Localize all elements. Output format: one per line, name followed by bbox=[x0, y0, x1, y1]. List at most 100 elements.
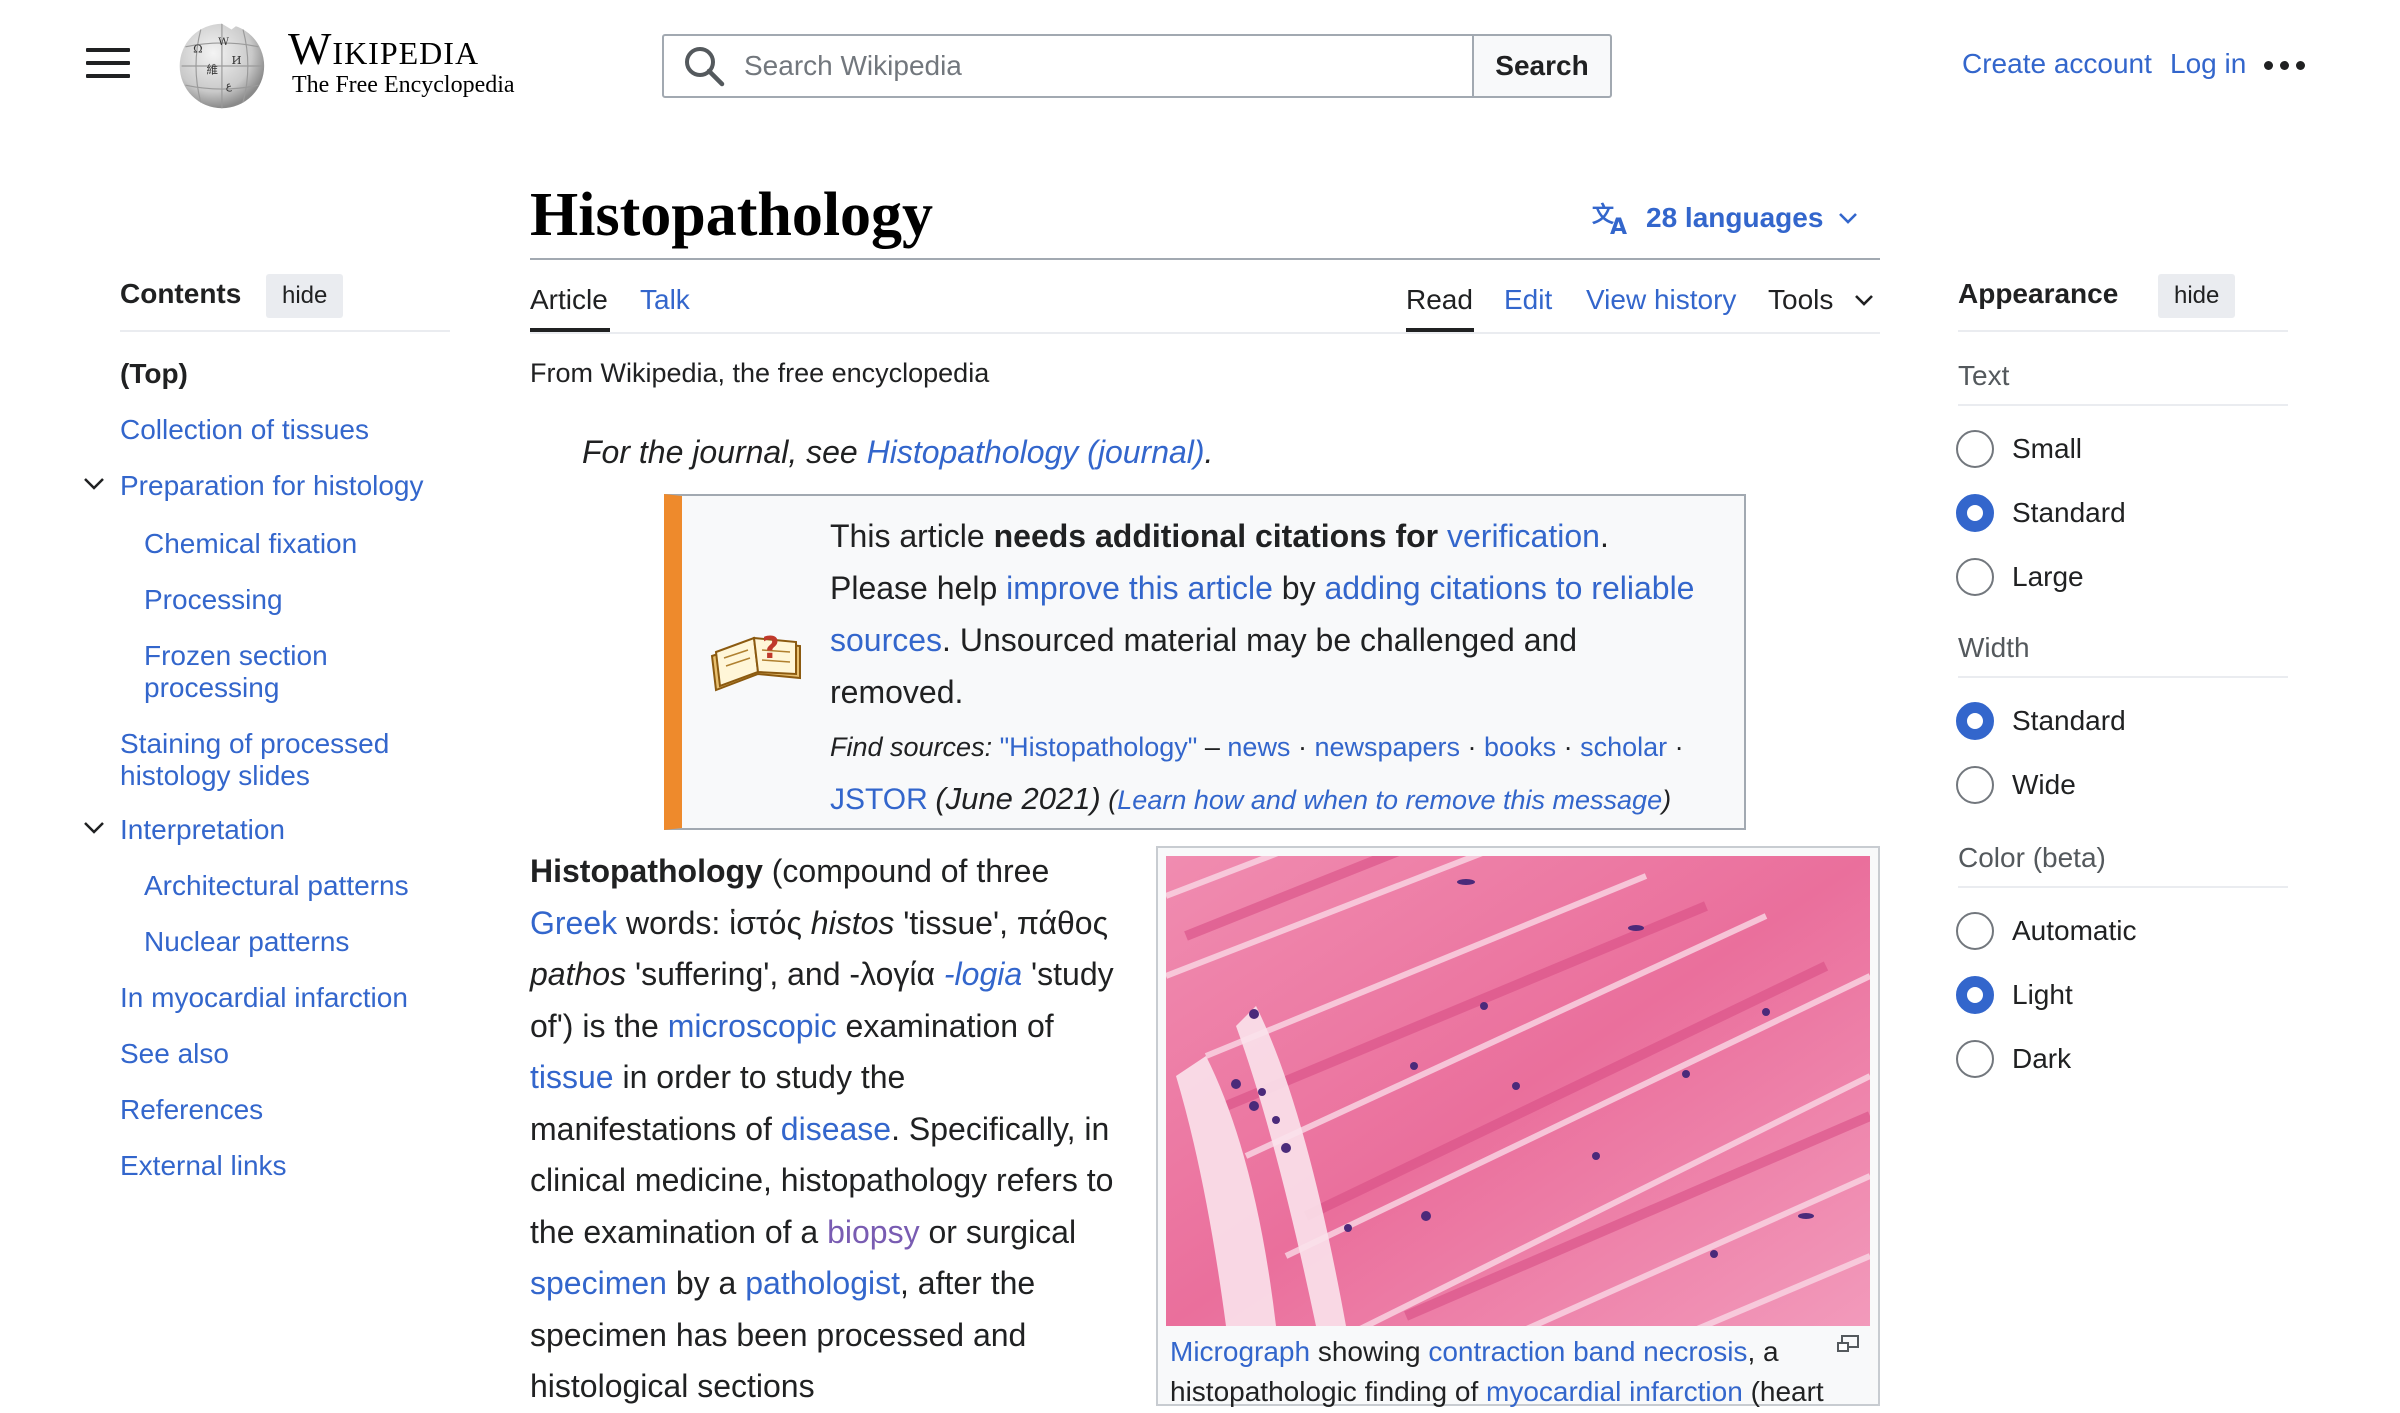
tab-view-history[interactable]: View history bbox=[1586, 284, 1736, 316]
text-size-small-radio[interactable]: Small bbox=[1956, 430, 2082, 468]
hatnote: For the journal, see Histopathology (jou… bbox=[582, 434, 1214, 470]
biopsy-link[interactable]: biopsy bbox=[827, 1214, 920, 1250]
page-title: Histopathology bbox=[530, 181, 934, 249]
search-box[interactable] bbox=[662, 34, 1474, 98]
chevron-down-icon[interactable] bbox=[82, 472, 106, 496]
pathologist-link[interactable]: pathologist bbox=[745, 1265, 900, 1301]
toc-hide-button[interactable]: hide bbox=[266, 274, 344, 318]
toc-item-frozen-section[interactable]: Frozen section processing bbox=[144, 640, 364, 704]
toc-item-external-links[interactable]: External links bbox=[120, 1150, 450, 1182]
disease-link[interactable]: disease bbox=[781, 1111, 891, 1147]
toc-item-preparation[interactable]: Preparation for histology bbox=[120, 470, 450, 502]
logia-link[interactable]: -logia bbox=[944, 956, 1022, 992]
appearance-divider bbox=[1958, 330, 2288, 332]
verification-link[interactable]: verification bbox=[1447, 518, 1600, 554]
toc-item-top[interactable]: (Top) bbox=[120, 358, 450, 390]
more-options-icon[interactable] bbox=[2264, 50, 2312, 80]
toc-item-references[interactable]: References bbox=[120, 1094, 450, 1126]
radio-button-selected[interactable] bbox=[1956, 976, 1994, 1014]
text-size-standard-radio[interactable]: Standard bbox=[1956, 494, 2126, 532]
width-divider bbox=[1958, 676, 2288, 678]
toc-item-myocardial[interactable]: In myocardial infarction bbox=[120, 982, 450, 1014]
languages-button[interactable]: 文 A 28 languages bbox=[1592, 200, 1859, 236]
radio-button-selected[interactable] bbox=[1956, 702, 1994, 740]
tools-menu[interactable]: Tools bbox=[1768, 284, 1875, 316]
toc-item-staining[interactable]: Staining of processed histology slides bbox=[120, 728, 420, 792]
question-book-icon: ? bbox=[710, 631, 801, 692]
search-input[interactable] bbox=[742, 49, 1422, 83]
specimen-link[interactable]: specimen bbox=[530, 1265, 667, 1301]
text-size-large-radio[interactable]: Large bbox=[1956, 558, 2084, 596]
search-button[interactable]: Search bbox=[1472, 34, 1612, 98]
tab-read[interactable]: Read bbox=[1406, 284, 1473, 316]
svg-text:?: ? bbox=[762, 631, 779, 666]
hatnote-text: For the journal, see bbox=[582, 434, 858, 470]
svg-text:Ω: Ω bbox=[193, 42, 203, 56]
toc-item-nuclear[interactable]: Nuclear patterns bbox=[144, 926, 474, 958]
find-sources-books-link[interactable]: books bbox=[1484, 732, 1556, 762]
radio-button[interactable] bbox=[1956, 766, 1994, 804]
text-size-divider bbox=[1958, 404, 2288, 406]
translate-icon: 文 A bbox=[1592, 202, 1627, 236]
find-sources-jstor-link[interactable]: JSTOR bbox=[830, 783, 928, 816]
improve-article-link[interactable]: improve this article bbox=[1006, 570, 1273, 606]
chevron-down-icon bbox=[1839, 213, 1858, 224]
micrograph-link[interactable]: Micrograph bbox=[1170, 1336, 1310, 1367]
figure-caption: Micrograph showing contraction band necr… bbox=[1170, 1336, 1824, 1407]
languages-label: 28 languages bbox=[1646, 202, 1824, 233]
tabs-divider bbox=[530, 332, 1880, 334]
tab-talk[interactable]: Talk bbox=[640, 284, 690, 316]
find-sources-scholar-link[interactable]: scholar bbox=[1580, 732, 1667, 762]
citation-notice-text: This article needs additional citations … bbox=[830, 518, 1695, 710]
toc-item-collection[interactable]: Collection of tissues bbox=[120, 414, 450, 446]
toc-item-interpretation[interactable]: Interpretation bbox=[120, 814, 450, 846]
myocardial-infarction-link[interactable]: myocardial infarction bbox=[1486, 1376, 1743, 1407]
chevron-down-icon bbox=[1855, 295, 1874, 306]
color-divider bbox=[1958, 886, 2288, 888]
width-standard-radio[interactable]: Standard bbox=[1956, 702, 2126, 740]
radio-button[interactable] bbox=[1956, 912, 1994, 950]
site-subtitle: From Wikipedia, the free encyclopedia bbox=[530, 358, 990, 388]
microscopic-link[interactable]: microscopic bbox=[668, 1008, 837, 1044]
toc-title: Contents bbox=[120, 278, 242, 309]
search-icon bbox=[685, 47, 725, 87]
chevron-down-icon[interactable] bbox=[82, 816, 106, 840]
svg-text:W: W bbox=[218, 36, 229, 48]
contraction-band-necrosis-link[interactable]: contraction band necrosis bbox=[1428, 1336, 1747, 1367]
log-in-link[interactable]: Log in bbox=[2170, 48, 2246, 80]
toc-item-processing[interactable]: Processing bbox=[144, 584, 474, 616]
toc-item-chemical-fixation[interactable]: Chemical fixation bbox=[144, 528, 474, 560]
tissue-link[interactable]: tissue bbox=[530, 1059, 614, 1095]
find-sources-newspapers-link[interactable]: newspapers bbox=[1314, 732, 1460, 762]
toc-item-architectural[interactable]: Architectural patterns bbox=[144, 870, 474, 902]
radio-button-selected[interactable] bbox=[1956, 494, 1994, 532]
radio-button[interactable] bbox=[1956, 430, 1994, 468]
create-account-link[interactable]: Create account bbox=[1962, 48, 2152, 80]
learn-remove-message-link[interactable]: Learn how and when to remove this messag… bbox=[1117, 785, 1662, 815]
svg-text:維: 維 bbox=[207, 63, 219, 77]
tab-article[interactable]: Article bbox=[530, 284, 608, 316]
appearance-hide-button[interactable]: hide bbox=[2158, 274, 2236, 318]
color-light-radio[interactable]: Light bbox=[1956, 976, 2073, 1014]
text-size-label: Text bbox=[1958, 360, 2010, 391]
radio-button[interactable] bbox=[1956, 558, 1994, 596]
micrograph-image[interactable] bbox=[1166, 856, 1870, 1326]
color-automatic-radio[interactable]: Automatic bbox=[1956, 912, 2137, 950]
greek-link[interactable]: Greek bbox=[530, 905, 617, 941]
wordmark[interactable]: Wikipedia bbox=[288, 22, 479, 75]
toc-item-see-also[interactable]: See also bbox=[120, 1038, 450, 1070]
width-wide-radio[interactable]: Wide bbox=[1956, 766, 2076, 804]
article-lead-paragraph: Histopathology (compound of three Greek … bbox=[530, 853, 1114, 1404]
wikipedia-globe-icon[interactable]: Ω W И 維 ع bbox=[168, 18, 272, 114]
find-sources-news-link[interactable]: news bbox=[1227, 732, 1290, 762]
find-sources-line: Find sources: "Histopathology" – news · … bbox=[830, 732, 1684, 816]
enlarge-icon[interactable] bbox=[1836, 1334, 1860, 1354]
color-dark-radio[interactable]: Dark bbox=[1956, 1040, 2071, 1078]
radio-button[interactable] bbox=[1956, 1040, 1994, 1078]
tab-edit[interactable]: Edit bbox=[1504, 284, 1552, 316]
toc-divider bbox=[120, 330, 450, 332]
svg-text:И: И bbox=[232, 53, 242, 67]
main-menu-button[interactable] bbox=[86, 48, 130, 84]
find-sources-query-link[interactable]: "Histopathology" bbox=[1000, 732, 1198, 762]
hatnote-journal-link[interactable]: Histopathology (journal) bbox=[867, 434, 1205, 470]
